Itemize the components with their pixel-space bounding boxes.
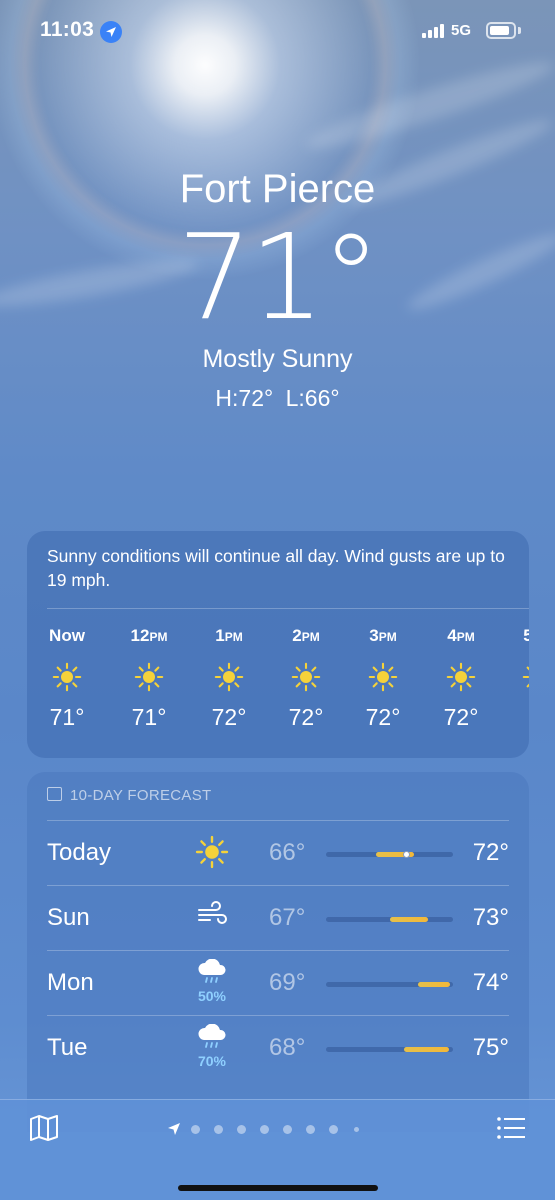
wind-icon bbox=[192, 900, 232, 933]
day-low-temp: 68° bbox=[269, 1034, 306, 1061]
hour-label: 2PM bbox=[292, 626, 320, 645]
hour-temperature: 71° bbox=[131, 704, 167, 730]
sun-icon bbox=[134, 662, 164, 692]
temperature-range-bar bbox=[326, 917, 453, 922]
divider bbox=[47, 608, 529, 609]
location-arrow-icon bbox=[100, 21, 122, 43]
hour-label: 5PM bbox=[523, 626, 529, 645]
day-name: Mon bbox=[47, 969, 94, 996]
hour-temperature: 72° bbox=[365, 704, 401, 730]
hour-label: Now bbox=[49, 626, 85, 645]
day-high-temp: 73° bbox=[472, 904, 509, 931]
city-name: Fort Pierce bbox=[179, 167, 376, 211]
battery-level bbox=[490, 26, 509, 35]
ten-day-forecast-card[interactable]: 10-DAY FORECAST Today 66° 72° Sun 67° 73° Mon… bbox=[27, 772, 529, 1132]
page-dot[interactable] bbox=[354, 1127, 359, 1132]
home-indicator[interactable] bbox=[178, 1185, 378, 1191]
sun-icon bbox=[214, 662, 244, 692]
high-low: H:72° L:66° bbox=[215, 385, 340, 411]
bottom-toolbar bbox=[0, 1099, 555, 1200]
calendar-icon bbox=[47, 787, 62, 801]
daily-row[interactable]: Mon 50% 69° 74° bbox=[47, 950, 509, 1015]
temperature-range-fill bbox=[404, 1047, 449, 1052]
hourly-item: 2PM 72° bbox=[276, 626, 336, 731]
temperature-range-fill bbox=[418, 982, 450, 987]
current-location-page-icon[interactable] bbox=[167, 1122, 181, 1141]
current-temperature: 71° bbox=[177, 208, 380, 346]
day-name: Tue bbox=[47, 1034, 88, 1061]
page-dot[interactable] bbox=[191, 1125, 200, 1134]
temperature-range-bar bbox=[326, 851, 453, 858]
rain-cloud-icon: 50% bbox=[192, 958, 232, 1004]
day-low-temp: 66° bbox=[269, 839, 306, 866]
sun-icon bbox=[522, 662, 529, 692]
sun-icon bbox=[368, 662, 398, 692]
page-dot[interactable] bbox=[260, 1125, 269, 1134]
hourly-item: 1PM 72° bbox=[199, 626, 259, 731]
hour-temperature: 7 bbox=[507, 704, 529, 731]
precip-chance: 50% bbox=[197, 988, 227, 1004]
ten-day-title: 10-DAY FORECAST bbox=[70, 787, 212, 804]
sun-icon bbox=[291, 662, 321, 692]
list-icon bbox=[497, 1117, 525, 1139]
sun-icon bbox=[446, 662, 476, 692]
cellular-signal-icon bbox=[422, 24, 446, 38]
day-low-temp: 67° bbox=[269, 904, 306, 931]
hour-label: 3PM bbox=[369, 626, 397, 645]
current-condition: Mostly Sunny bbox=[202, 345, 353, 373]
hour-label: 4PM bbox=[447, 626, 475, 645]
page-dot[interactable] bbox=[283, 1125, 292, 1134]
hourly-item: 5PM 7 bbox=[507, 626, 529, 731]
hour-temperature: 72° bbox=[443, 704, 479, 730]
ten-day-header: 10-DAY FORECAST bbox=[47, 787, 211, 804]
network-type: 5G bbox=[451, 22, 472, 39]
current-temp-dot bbox=[402, 851, 410, 858]
hourly-item: 4PM 72° bbox=[431, 626, 491, 731]
locations-list-button[interactable] bbox=[495, 1114, 527, 1142]
map-button[interactable] bbox=[28, 1114, 60, 1142]
hourly-item: 12PM 71° bbox=[119, 626, 179, 731]
page-dot[interactable] bbox=[306, 1125, 315, 1134]
forecast-summary: Sunny conditions will continue all day. … bbox=[47, 546, 505, 590]
temperature-range-fill bbox=[389, 917, 429, 922]
status-time: 11:03 bbox=[40, 18, 95, 41]
day-name: Sun bbox=[47, 904, 90, 931]
rain-cloud-icon: 70% bbox=[192, 1023, 232, 1069]
day-low-temp: 69° bbox=[269, 969, 306, 996]
map-icon bbox=[30, 1115, 58, 1141]
hour-temperature: 71° bbox=[49, 704, 85, 730]
day-high-temp: 75° bbox=[472, 1034, 509, 1061]
sun-icon bbox=[192, 835, 232, 874]
hourly-item: 3PM 72° bbox=[353, 626, 413, 731]
daily-row[interactable]: Sun 67° 73° bbox=[47, 885, 509, 950]
sun-icon bbox=[52, 662, 82, 692]
hour-label: 12PM bbox=[130, 626, 168, 645]
hourly-forecast-card[interactable]: Sunny conditions will continue all day. … bbox=[27, 531, 529, 758]
battery-cap bbox=[518, 27, 521, 34]
page-dot[interactable] bbox=[237, 1125, 246, 1134]
page-dot[interactable] bbox=[214, 1125, 223, 1134]
day-name: Today bbox=[47, 839, 112, 866]
page-dot[interactable] bbox=[329, 1125, 338, 1134]
hourly-item: Now 71° bbox=[37, 626, 97, 731]
day-high-temp: 74° bbox=[472, 969, 509, 996]
daily-row[interactable]: Today 66° 72° bbox=[47, 820, 509, 885]
precip-chance: 70% bbox=[197, 1053, 227, 1069]
hour-label: 1PM bbox=[215, 626, 243, 645]
hour-temperature: 72° bbox=[288, 704, 324, 730]
temperature-range-bar bbox=[326, 982, 453, 987]
day-high-temp: 72° bbox=[472, 839, 509, 866]
daily-row[interactable]: Tue 70% 68° 75° bbox=[47, 1015, 509, 1080]
status-bar: 11:03 5G bbox=[0, 0, 555, 60]
battery-icon bbox=[486, 22, 516, 39]
temperature-range-bar bbox=[326, 1047, 453, 1052]
hour-temperature: 72° bbox=[211, 704, 247, 730]
